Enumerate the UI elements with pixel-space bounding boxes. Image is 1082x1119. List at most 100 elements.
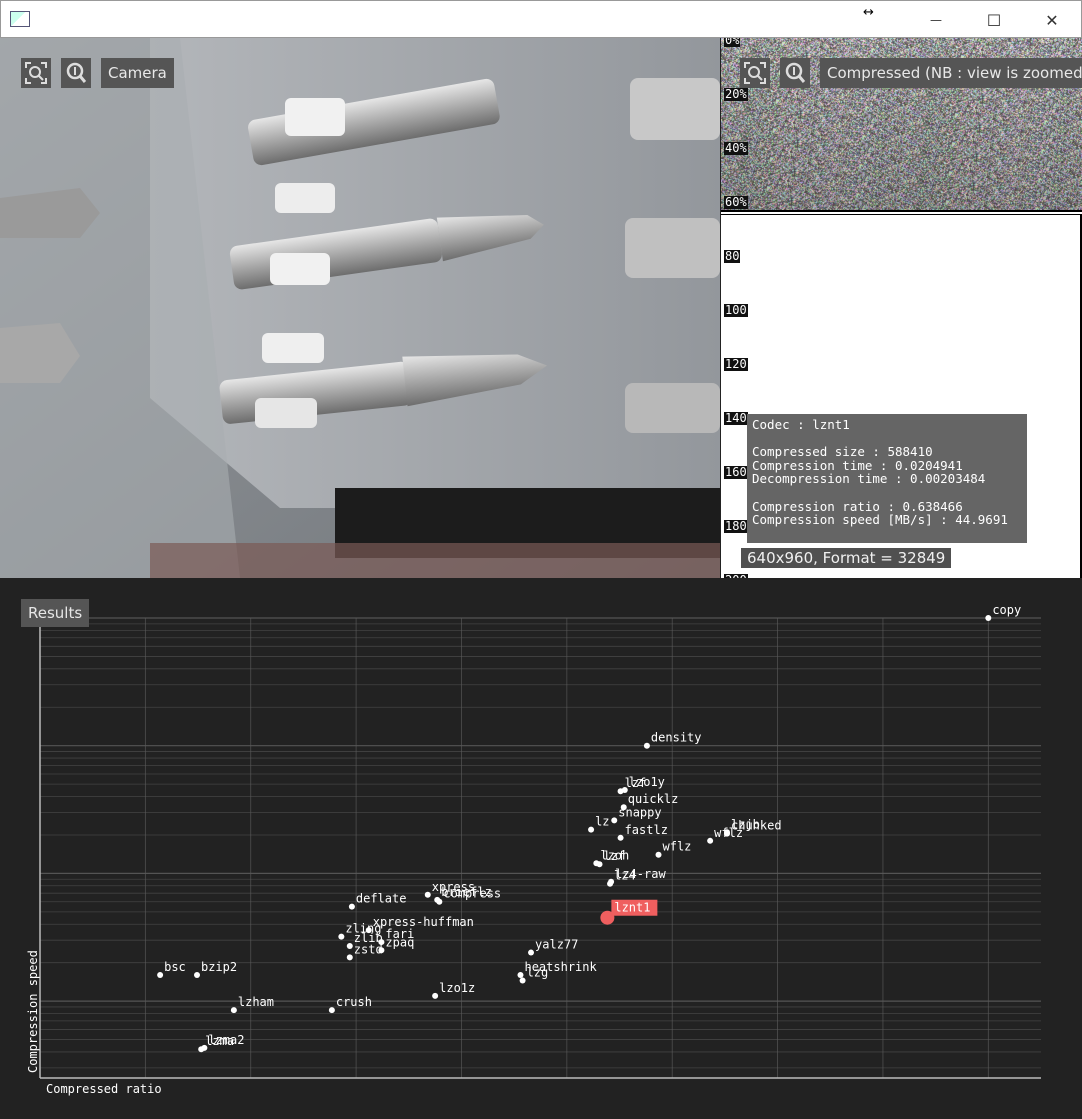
point-label: lzham	[238, 995, 274, 1009]
point-marker[interactable]	[436, 898, 443, 905]
results-scatter-chart[interactable]: copydensitylzo1ylzfquicklzsnappylzfastlz…	[0, 578, 1082, 1119]
tooltip-compression-ratio: Compression ratio : 0.638466	[752, 498, 963, 514]
point-label: chunked	[731, 819, 782, 833]
compressed-view[interactable]: 0%20%40%60%80100120140160180200 Compress…	[721, 38, 1082, 578]
scatter-point[interactable]: fastlz	[617, 823, 668, 841]
scatter-point[interactable]: lzo1z	[432, 981, 475, 999]
point-marker[interactable]	[424, 891, 431, 898]
point-marker[interactable]	[519, 977, 526, 984]
title-bar[interactable]: ↔ — ☐ ✕	[0, 0, 1082, 38]
point-marker[interactable]	[588, 826, 595, 833]
scatter-point[interactable]: snappy	[611, 805, 662, 824]
zoom-fit-button[interactable]	[21, 58, 51, 88]
zoom-fit-icon	[25, 62, 47, 84]
point-marker[interactable]	[338, 933, 345, 940]
point-marker[interactable]	[157, 972, 164, 979]
camera-view[interactable]: Camera	[0, 38, 720, 578]
scatter-point[interactable]: crush	[328, 995, 372, 1014]
row-scale-label: 180	[724, 519, 748, 533]
point-marker[interactable]	[528, 949, 535, 956]
scatter-point[interactable]: yalz77	[528, 938, 578, 956]
row-scale-label: 80	[724, 249, 741, 263]
point-marker[interactable]	[328, 1007, 335, 1014]
point-marker[interactable]	[724, 830, 731, 837]
app-icon	[10, 11, 30, 27]
zoom-in-icon	[66, 62, 87, 83]
zoom-fit-icon	[744, 62, 766, 84]
point-label: zpaq	[385, 935, 414, 949]
zoom-fit-button[interactable]	[740, 58, 770, 88]
point-marker[interactable]	[193, 972, 200, 979]
tooltip-compression-speed: Compression speed [MB/s] : 44.9691	[752, 512, 1008, 528]
point-label: lznt1	[614, 901, 650, 915]
camera-image	[0, 38, 720, 578]
point-label: zstd	[354, 942, 383, 956]
point-marker[interactable]	[432, 992, 439, 999]
row-scale-label: 100	[724, 303, 748, 317]
minimize-icon: —	[930, 13, 942, 27]
point-label: lzo1z	[439, 981, 475, 995]
tooltip-compression-time: Compression time : 0.0204941	[752, 457, 963, 473]
point-marker[interactable]	[611, 817, 618, 824]
compressed-label: Compressed (NB : view is zoomed ou	[820, 58, 1082, 88]
row-scale-label: 20%	[724, 87, 748, 101]
point-marker[interactable]	[596, 861, 603, 868]
point-label: density	[651, 731, 702, 745]
divider	[721, 210, 1082, 212]
scatter-point[interactable]: lznt1	[600, 899, 658, 925]
point-marker[interactable]	[707, 837, 714, 844]
maximize-button[interactable]: ☐	[965, 1, 1023, 39]
point-label: yalz77	[535, 938, 578, 952]
point-label: crush	[336, 995, 372, 1009]
point-label: deflate	[356, 892, 407, 906]
point-label: snappy	[618, 805, 661, 819]
zoom-in-icon	[785, 62, 806, 83]
point-marker[interactable]	[346, 954, 353, 961]
point-label: lz4-raw	[615, 867, 666, 881]
scatter-point[interactable]: lzham	[230, 995, 274, 1014]
point-label: copy	[992, 603, 1021, 617]
zoom-in-button[interactable]	[780, 58, 810, 88]
scatter-point[interactable]: zpaq	[378, 935, 414, 954]
close-button[interactable]: ✕	[1023, 1, 1081, 39]
results-panel[interactable]: copy density lzo1y lzf quicklz snappy lz fastlz…	[0, 578, 1082, 1119]
row-scale-label: 160	[724, 465, 748, 479]
point-marker[interactable]	[230, 1007, 237, 1014]
codec-tooltip: Codec : lznt1 Compressed size : 588410 Com…	[747, 414, 1027, 543]
scatter-point[interactable]: lz	[588, 815, 610, 833]
point-label: lzf	[604, 849, 626, 863]
format-label: 640x960, Format = 32849	[741, 548, 952, 568]
point-marker[interactable]	[655, 851, 662, 858]
row-scale-label: 120	[724, 357, 748, 371]
tooltip-decompression-time: Decompression time : 0.00203484	[752, 471, 986, 487]
point-label: quicklz	[628, 792, 679, 806]
x-axis-label: Compressed ratio	[46, 1082, 162, 1096]
point-marker[interactable]	[348, 903, 355, 910]
results-title: Results	[21, 599, 90, 627]
row-scale-label: 140	[724, 411, 748, 425]
camera-label: Camera	[101, 58, 174, 88]
point-label: bzip2	[201, 960, 237, 974]
scatter-point[interactable]: bzip2	[193, 960, 237, 979]
point-marker[interactable]	[617, 834, 624, 841]
point-label: lz	[595, 815, 609, 829]
divider	[721, 214, 1082, 215]
point-marker[interactable]	[346, 943, 353, 950]
tooltip-codec: Codec : lznt1	[752, 417, 850, 432]
point-marker[interactable]	[608, 878, 615, 885]
point-label: compress	[443, 887, 501, 901]
zoom-in-button[interactable]	[61, 58, 91, 88]
tooltip-compressed-size: Compressed size : 588410	[752, 444, 933, 460]
point-marker[interactable]	[617, 788, 624, 795]
point-label: wflz	[663, 840, 692, 854]
scatter-point[interactable]: deflate	[348, 892, 407, 910]
point-marker[interactable]	[643, 742, 650, 749]
maximize-icon: ☐	[986, 10, 1002, 30]
minimize-button[interactable]: —	[907, 1, 965, 39]
point-marker[interactable]	[985, 615, 992, 621]
point-marker[interactable]	[517, 972, 524, 979]
scatter-point[interactable]: wflz	[655, 840, 692, 858]
point-label: lzg	[527, 966, 549, 980]
row-scale-label: 0%	[724, 38, 741, 47]
point-marker[interactable]	[201, 1044, 208, 1051]
